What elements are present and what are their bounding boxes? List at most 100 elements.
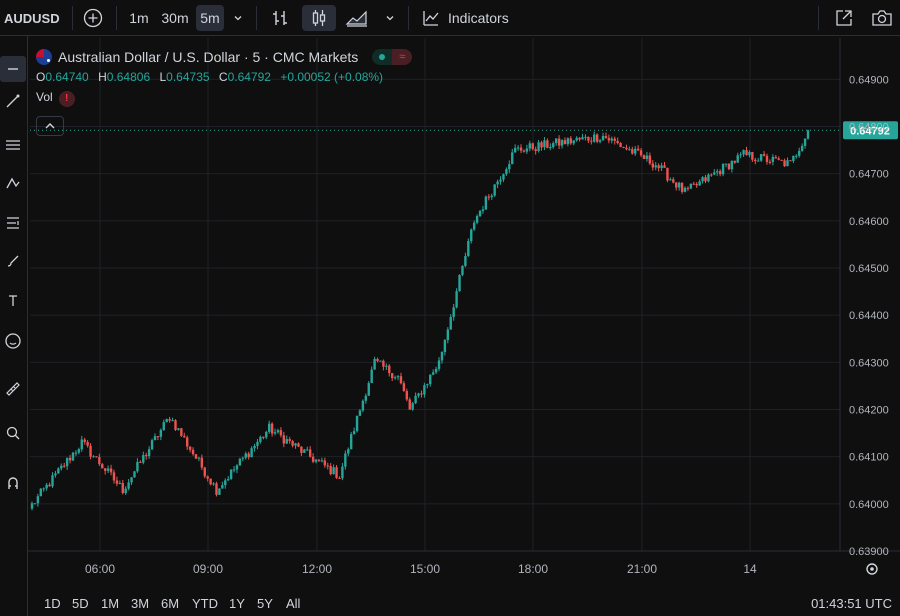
candle bbox=[786, 157, 789, 167]
projection-icon[interactable] bbox=[0, 210, 26, 236]
range-ytd[interactable]: YTD bbox=[192, 590, 218, 616]
candle bbox=[244, 451, 247, 460]
price-chart[interactable]: 0.64792 0.649000.648000.647000.646000.64… bbox=[28, 38, 900, 590]
candle bbox=[171, 417, 174, 422]
interval-30m[interactable]: 30m bbox=[157, 0, 193, 36]
zoom-icon[interactable] bbox=[0, 420, 26, 446]
candle bbox=[598, 138, 602, 144]
candle bbox=[267, 420, 271, 434]
text-tool-icon[interactable] bbox=[0, 288, 26, 314]
candle bbox=[335, 464, 338, 479]
candle bbox=[183, 432, 186, 438]
camera-icon[interactable] bbox=[868, 0, 896, 36]
range-1d[interactable]: 1D bbox=[44, 590, 61, 616]
market-status-pill[interactable]: ≈ bbox=[372, 49, 413, 65]
candle bbox=[534, 146, 537, 155]
range-5d[interactable]: 5D bbox=[72, 590, 89, 616]
range-1m[interactable]: 1M bbox=[101, 590, 119, 616]
candle bbox=[308, 446, 312, 458]
candle bbox=[294, 442, 297, 449]
area-style-icon[interactable] bbox=[342, 0, 372, 36]
interval-1m[interactable]: 1m bbox=[124, 0, 154, 36]
bar-style-icon[interactable] bbox=[266, 0, 294, 36]
open-external-icon[interactable] bbox=[830, 0, 858, 36]
range-3m[interactable]: 3M bbox=[131, 590, 149, 616]
candle bbox=[349, 431, 353, 450]
indicators-icon[interactable] bbox=[418, 0, 444, 36]
candle bbox=[376, 357, 379, 363]
candle bbox=[625, 144, 628, 151]
candle bbox=[358, 409, 362, 417]
candle bbox=[320, 457, 324, 463]
candle bbox=[475, 214, 479, 225]
emoji-icon[interactable] bbox=[0, 328, 26, 354]
candle bbox=[446, 327, 450, 344]
range-5y[interactable]: 5Y bbox=[257, 590, 273, 616]
pattern-icon[interactable] bbox=[0, 170, 26, 196]
interval-dropdown-chevron-icon[interactable] bbox=[228, 0, 248, 36]
toolbar-separator bbox=[72, 6, 73, 30]
range-6m[interactable]: 6M bbox=[161, 590, 179, 616]
ruler-icon[interactable] bbox=[0, 376, 26, 402]
candle bbox=[57, 467, 60, 474]
candle bbox=[194, 454, 198, 460]
candle-style-icon[interactable] bbox=[302, 5, 336, 31]
candle bbox=[443, 338, 447, 356]
candle bbox=[666, 167, 669, 183]
candle bbox=[727, 163, 731, 171]
candle bbox=[458, 274, 461, 292]
compare-plus-icon[interactable] bbox=[80, 0, 106, 36]
volume-warning-icon[interactable]: ! bbox=[58, 91, 75, 107]
range-all[interactable]: All bbox=[286, 590, 300, 616]
candle bbox=[197, 456, 201, 462]
change-value: +0.00052 (+0.08%) bbox=[280, 70, 384, 84]
candle bbox=[467, 238, 470, 257]
trendline-icon[interactable] bbox=[0, 88, 26, 114]
symbol-search[interactable]: AUDUSD bbox=[4, 0, 60, 36]
candle bbox=[651, 160, 654, 171]
candle bbox=[718, 169, 722, 177]
candle bbox=[645, 151, 649, 162]
candle bbox=[273, 428, 277, 436]
candle bbox=[355, 415, 359, 433]
brush-icon[interactable] bbox=[0, 248, 26, 274]
candle bbox=[133, 470, 136, 478]
candle bbox=[203, 466, 206, 479]
collapse-legend-button[interactable] bbox=[36, 116, 64, 136]
magnet-icon[interactable] bbox=[0, 470, 26, 496]
candle bbox=[546, 138, 549, 149]
candle bbox=[323, 457, 327, 468]
interval-5m[interactable]: 5m bbox=[196, 5, 224, 31]
cursor-crosshair-icon[interactable] bbox=[0, 56, 26, 82]
candle bbox=[282, 431, 286, 448]
candle bbox=[680, 182, 684, 194]
y-tick-label: 0.64800 bbox=[849, 122, 889, 134]
settings-gear-icon[interactable] bbox=[866, 563, 878, 575]
candle bbox=[45, 482, 48, 491]
indicators-button[interactable]: Indicators bbox=[448, 0, 518, 36]
candle bbox=[440, 351, 444, 364]
candle bbox=[634, 145, 637, 156]
close-label: C bbox=[218, 70, 228, 84]
ohlc-readout: O0.64740 H0.64806 L0.64735 C0.64792 +0.0… bbox=[36, 70, 389, 84]
candle bbox=[780, 159, 783, 161]
candle bbox=[232, 465, 236, 473]
range-1y[interactable]: 1Y bbox=[229, 590, 245, 616]
y-tick-label: 0.64300 bbox=[849, 357, 889, 369]
candle bbox=[262, 436, 265, 440]
x-tick-label: 12:00 bbox=[302, 562, 332, 576]
candle bbox=[130, 477, 133, 485]
candle bbox=[777, 156, 780, 161]
fib-levels-icon[interactable] bbox=[0, 132, 26, 158]
utc-clock[interactable]: 01:43:51 UTC bbox=[811, 590, 892, 616]
candle bbox=[104, 468, 107, 475]
candle bbox=[393, 375, 397, 380]
candle bbox=[569, 136, 573, 145]
chart-type-chevron-icon[interactable] bbox=[380, 0, 400, 36]
candle bbox=[713, 169, 716, 176]
candle bbox=[352, 427, 356, 435]
candle bbox=[279, 427, 283, 438]
candle bbox=[124, 486, 127, 495]
candle bbox=[426, 383, 429, 389]
candle bbox=[540, 140, 543, 151]
